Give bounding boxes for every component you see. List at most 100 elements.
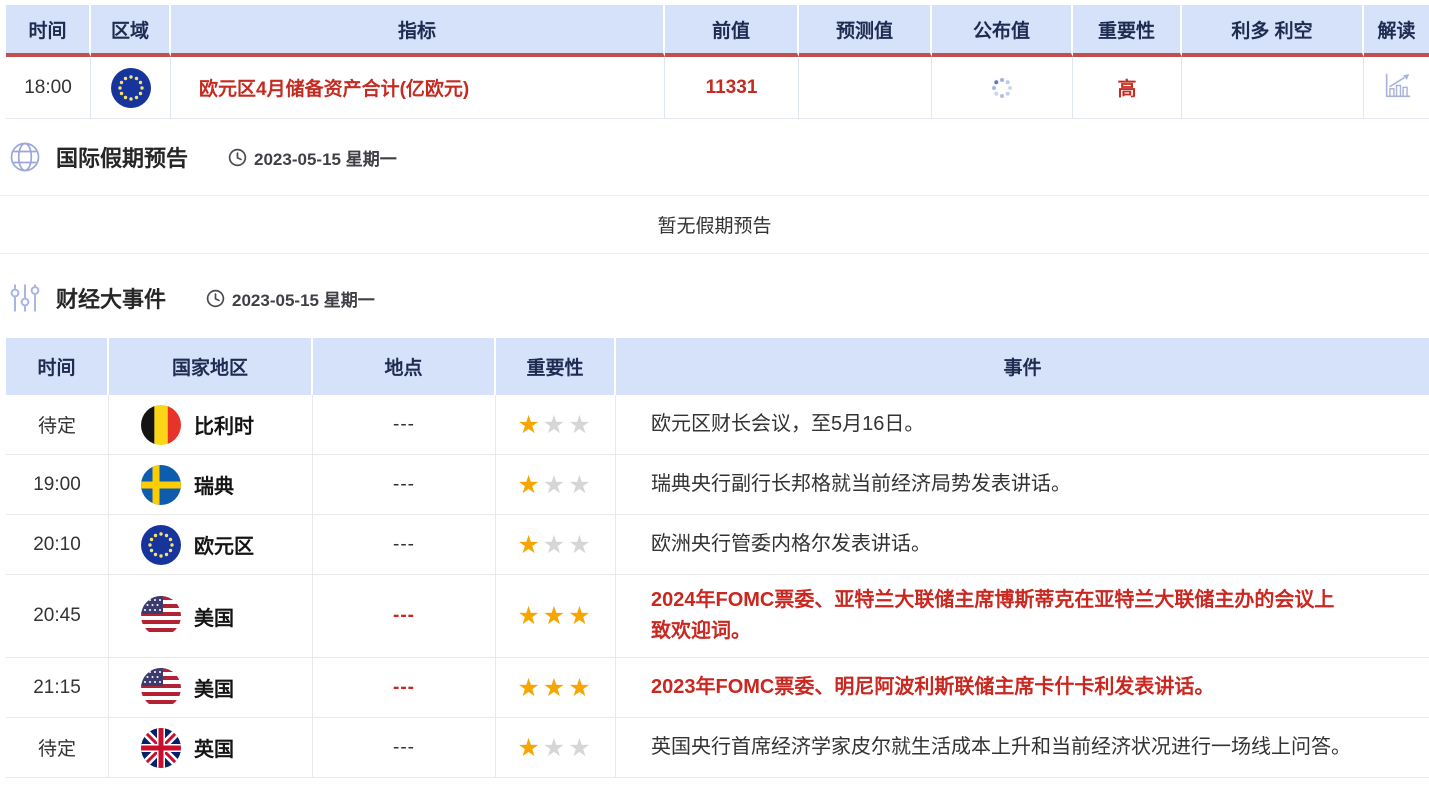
- event-time: 待定: [6, 395, 109, 455]
- event-country: 美国: [194, 602, 234, 631]
- col-published: 公布值: [932, 5, 1073, 57]
- indicator-published-cell: [932, 57, 1073, 119]
- event-location: ---: [313, 658, 496, 718]
- star-icon: ★: [517, 602, 542, 630]
- event-text: 2023年FOMC票委、明尼阿波利斯联储主席卡什卡利发表讲话。: [616, 658, 1429, 718]
- event-importance-stars: ★★★: [496, 658, 616, 718]
- flag-uk-icon: [141, 728, 181, 768]
- indicator-region-cell: [91, 57, 171, 119]
- event-importance-stars: ★★★: [496, 575, 616, 658]
- col-event: 事件: [616, 338, 1429, 395]
- event-location: ---: [313, 515, 496, 575]
- col-time: 时间: [6, 338, 109, 395]
- event-importance-stars: ★★★: [496, 395, 616, 455]
- event-country-cell: 美国: [109, 658, 313, 718]
- flag-eu-icon: [141, 525, 181, 565]
- event-time: 20:10: [6, 515, 109, 575]
- holiday-empty-row: 暂无假期预告: [0, 195, 1429, 254]
- star-icon: ★: [568, 674, 593, 702]
- event-time: 20:45: [6, 575, 109, 658]
- col-bull-bear: 利多 利空: [1182, 5, 1364, 57]
- event-text: 瑞典央行副行长邦格就当前经济局势发表讲话。: [616, 455, 1429, 515]
- flag-us-icon: [141, 668, 181, 708]
- star-icon: ★: [543, 674, 568, 702]
- events-section-title: 财经大事件: [56, 282, 166, 314]
- star-icon: ★: [543, 471, 568, 499]
- flag-us-icon: [141, 596, 181, 636]
- event-row[interactable]: 20:45: [6, 575, 1429, 658]
- star-icon: ★: [568, 411, 593, 439]
- star-icon: ★: [517, 471, 542, 499]
- event-text: 欧元区财长会议，至5月16日。: [616, 395, 1429, 455]
- flag-sweden-icon: [141, 465, 181, 505]
- holiday-section-title: 国际假期预告: [56, 141, 188, 173]
- clock-icon: [206, 289, 225, 308]
- globe-icon: [8, 140, 42, 174]
- holiday-section-header: 国际假期预告 2023-05-15 星期一: [8, 139, 1429, 175]
- holiday-empty-text: 暂无假期预告: [657, 211, 771, 238]
- event-country: 欧元区: [194, 530, 254, 559]
- star-icon: ★: [543, 602, 568, 630]
- indicator-table: 时间 区域 指标 前值 预测值 公布值 重要性 利多 利空 解读 18:00: [6, 5, 1429, 119]
- star-icon: ★: [517, 411, 542, 439]
- indicator-previous-value: 11331: [665, 57, 799, 119]
- star-icon: ★: [543, 734, 568, 762]
- event-country: 英国: [194, 733, 234, 762]
- indicator-bull-bear: [1182, 57, 1364, 119]
- star-icon: ★: [517, 734, 542, 762]
- star-icon: ★: [568, 734, 593, 762]
- star-icon: ★: [568, 471, 593, 499]
- events-section-date: 2023-05-15 星期一: [206, 286, 375, 311]
- event-country-cell: 比利时: [109, 395, 313, 455]
- events-section-header: 财经大事件 2023-05-15 星期一: [8, 280, 1429, 316]
- indicator-name[interactable]: 欧元区4月储备资产合计(亿欧元): [171, 57, 665, 119]
- event-country: 比利时: [194, 410, 254, 439]
- flag-eu-icon: [111, 68, 151, 108]
- star-icon: ★: [517, 531, 542, 559]
- event-location: ---: [313, 718, 496, 778]
- events-table-header: 时间 国家地区 地点 重要性 事件: [6, 338, 1429, 395]
- event-importance-stars: ★★★: [496, 515, 616, 575]
- event-text: 欧洲央行管委内格尔发表讲话。: [616, 515, 1429, 575]
- star-icon: ★: [543, 531, 568, 559]
- col-country: 国家地区: [109, 338, 313, 395]
- event-row[interactable]: 21:15: [6, 658, 1429, 718]
- events-table: 时间 国家地区 地点 重要性 事件 待定: [6, 338, 1429, 778]
- holiday-section-date: 2023-05-15 星期一: [228, 145, 397, 170]
- flag-belgium-icon: [141, 405, 181, 445]
- event-location: ---: [313, 395, 496, 455]
- event-country-cell: 美国: [109, 575, 313, 658]
- indicator-interpret-cell[interactable]: [1364, 57, 1429, 119]
- col-time: 时间: [6, 5, 91, 57]
- star-icon: ★: [568, 531, 593, 559]
- event-country: 瑞典: [194, 470, 234, 499]
- event-row[interactable]: 待定 比利时 --- ★★★ 欧元区: [6, 395, 1429, 455]
- col-indicator: 指标: [171, 5, 665, 57]
- indicator-row[interactable]: 18:00 欧元区4月储备资产合计(亿欧元) 11331 高: [6, 57, 1429, 119]
- event-time: 19:00: [6, 455, 109, 515]
- star-icon: ★: [543, 411, 568, 439]
- clock-icon: [228, 148, 247, 167]
- star-icon: ★: [517, 674, 542, 702]
- event-row[interactable]: 20:10 欧元区 --- ★★: [6, 515, 1429, 575]
- col-previous: 前值: [665, 5, 799, 57]
- event-row[interactable]: 待定 英国: [6, 718, 1429, 778]
- event-row[interactable]: 19:00 瑞典 --- ★★★ 瑞: [6, 455, 1429, 515]
- col-forecast: 预测值: [799, 5, 932, 57]
- col-importance: 重要性: [1073, 5, 1182, 57]
- bar-chart-icon[interactable]: [1381, 69, 1413, 101]
- event-country-cell: 瑞典: [109, 455, 313, 515]
- loading-spinner-icon: [1000, 86, 1004, 90]
- sliders-icon: [8, 281, 42, 315]
- event-importance-stars: ★★★: [496, 455, 616, 515]
- col-interpret: 解读: [1364, 5, 1429, 57]
- event-time: 21:15: [6, 658, 109, 718]
- event-text: 2024年FOMC票委、亚特兰大联储主席博斯蒂克在亚特兰大联储主办的会议上致欢迎…: [616, 575, 1429, 658]
- indicator-importance: 高: [1073, 57, 1182, 119]
- event-location: ---: [313, 575, 496, 658]
- event-time: 待定: [6, 718, 109, 778]
- star-icon: ★: [568, 602, 593, 630]
- event-country-cell: 欧元区: [109, 515, 313, 575]
- event-country-cell: 英国: [109, 718, 313, 778]
- col-region: 区域: [91, 5, 171, 57]
